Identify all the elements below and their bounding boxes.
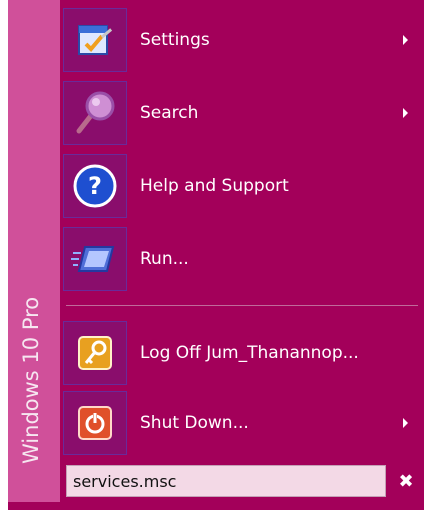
menu-item-log-off[interactable]: Log Off Jum_Thanannop... bbox=[60, 317, 424, 389]
menu-item-label: Shut Down... bbox=[140, 413, 249, 433]
menu-item-help-and-support[interactable]: ? Help and Support bbox=[60, 150, 424, 222]
submenu-arrow-icon bbox=[403, 108, 408, 118]
log-off-key-icon bbox=[63, 321, 127, 385]
search-input[interactable] bbox=[66, 465, 386, 497]
menu-item-label: Settings bbox=[140, 30, 210, 50]
menu-item-shut-down[interactable]: Shut Down... bbox=[60, 387, 424, 459]
menu-panel: Settings Search ? Help and Support Run..… bbox=[60, 0, 424, 510]
menu-item-settings[interactable]: Settings bbox=[60, 4, 424, 76]
submenu-arrow-icon bbox=[403, 35, 408, 45]
clear-search-button[interactable]: ✖ bbox=[396, 470, 416, 492]
menu-divider bbox=[66, 305, 418, 306]
menu-item-label: Search bbox=[140, 103, 199, 123]
close-icon: ✖ bbox=[398, 470, 414, 492]
menu-item-label: Run... bbox=[140, 249, 189, 269]
help-icon: ? bbox=[63, 154, 127, 218]
menu-item-search[interactable]: Search bbox=[60, 77, 424, 149]
edition-text: Windows 10 Pro bbox=[19, 296, 43, 464]
run-icon bbox=[63, 227, 127, 291]
side-banner: Windows 10 Pro bbox=[8, 0, 60, 502]
menu-item-label: Help and Support bbox=[140, 176, 289, 196]
start-menu: Windows 10 Pro Settings Search ? Help an… bbox=[8, 0, 424, 510]
power-icon bbox=[63, 391, 127, 455]
search-row: ✖ bbox=[60, 465, 424, 501]
menu-item-label: Log Off Jum_Thanannop... bbox=[140, 343, 359, 363]
settings-icon bbox=[63, 8, 127, 72]
svg-text:?: ? bbox=[88, 172, 102, 200]
submenu-arrow-icon bbox=[403, 418, 408, 428]
search-icon bbox=[63, 81, 127, 145]
menu-item-run[interactable]: Run... bbox=[60, 223, 424, 295]
